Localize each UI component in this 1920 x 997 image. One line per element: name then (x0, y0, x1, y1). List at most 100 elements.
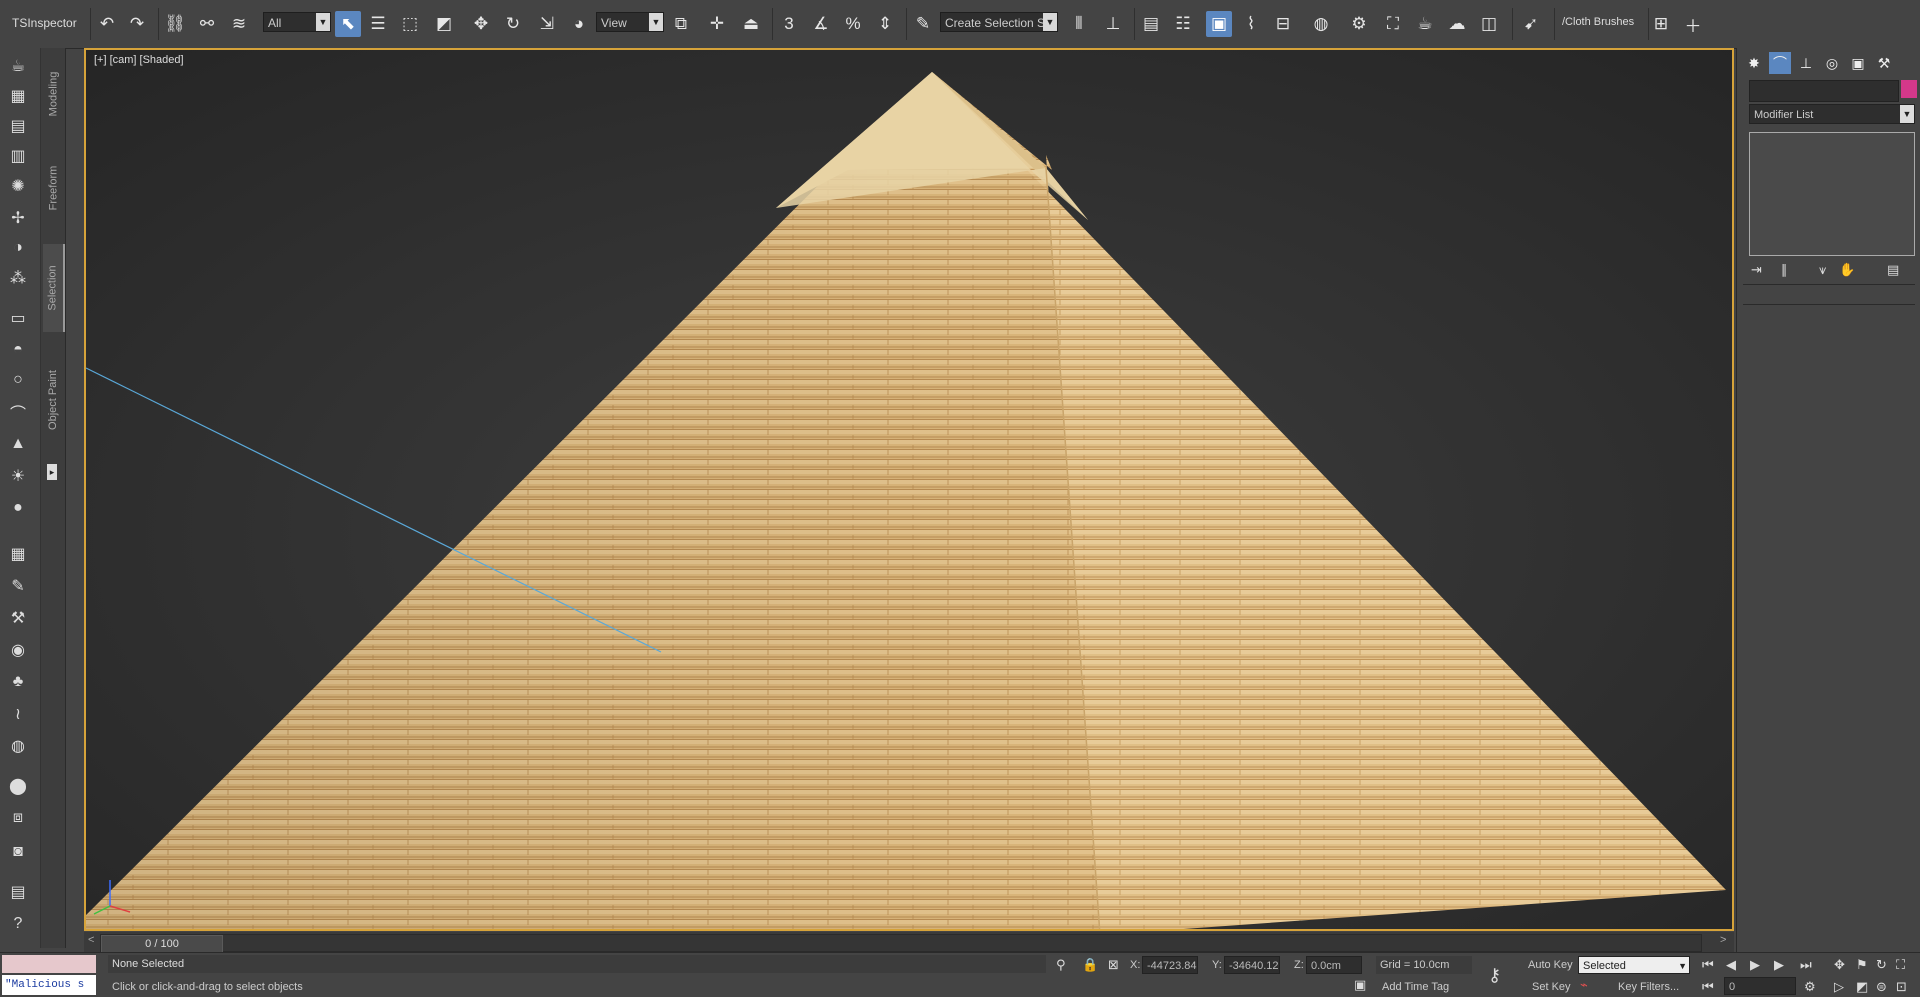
key-mode-toggle-icon[interactable]: ⏮ (1702, 979, 1714, 995)
tube-icon[interactable]: ⌒ (6, 400, 30, 424)
plant-icon[interactable]: ♣ (6, 670, 30, 694)
window-crossing-icon[interactable]: ◩ (431, 11, 457, 37)
render-setup-icon[interactable]: ⚙ (1346, 11, 1372, 37)
time-slider-thumb[interactable]: 0 / 100 (101, 935, 223, 953)
material-sphere-icon[interactable]: ⬤ (6, 774, 30, 798)
walk-through-icon[interactable]: ⚑ (1856, 957, 1868, 973)
go-to-start-icon[interactable]: ⏮ (1702, 957, 1714, 973)
key-icon[interactable]: ⚷ (1488, 965, 1501, 986)
select-object-icon[interactable]: ⬉ (335, 11, 361, 37)
schematic-view-icon[interactable]: ⊟ (1270, 11, 1296, 37)
pin-stack-icon[interactable]: ⇥ (1751, 262, 1762, 278)
hair-icon[interactable]: ≀ (6, 702, 30, 726)
skeleton-icon[interactable]: ⚒ (6, 606, 30, 630)
auto-key-button[interactable]: Auto Key (1528, 959, 1573, 971)
teapot-icon[interactable]: ☕ (6, 54, 30, 78)
go-to-end-icon[interactable]: ⏭ (1800, 957, 1812, 973)
asset-icon[interactable]: ⧈ (6, 806, 30, 830)
grid-plane-icon[interactable]: ▦ (6, 542, 30, 566)
isolate-selection-icon[interactable]: ⚲ (1056, 957, 1066, 973)
orbit-icon[interactable]: ↻ (1876, 957, 1887, 973)
cursor-tool-icon[interactable]: ➹ (1518, 11, 1544, 37)
angle-snap-icon[interactable]: ∡ (808, 11, 834, 37)
x-coordinate-field[interactable]: -44723.84 (1142, 956, 1198, 974)
render-in-cloud-icon[interactable]: ☁ (1444, 11, 1470, 37)
set-key-icon[interactable]: ⌁ (1580, 977, 1588, 993)
motion-tab-icon[interactable]: ◎ (1821, 52, 1843, 74)
bind-space-warp-icon[interactable]: ≋ (226, 11, 252, 37)
set-key-button[interactable]: Set Key (1532, 981, 1571, 993)
configure-modifier-sets-icon[interactable]: ▤ (1887, 262, 1899, 278)
move-icon[interactable]: ✥ (468, 11, 494, 37)
make-unique-icon[interactable]: ⩛ (1819, 262, 1826, 278)
modifier-stack[interactable] (1749, 132, 1915, 256)
viewport-label[interactable]: [+] [cam] [Shaded] (94, 54, 184, 66)
list-icon[interactable]: ▤ (6, 114, 30, 138)
pivot-center-icon[interactable]: ⧉ (668, 11, 694, 37)
coordinate-icon[interactable]: ✢ (6, 206, 30, 230)
undo-icon[interactable]: ↶ (94, 11, 120, 37)
render-iterative-icon[interactable]: ◫ (1476, 11, 1502, 37)
sun-icon[interactable]: ☀ (6, 464, 30, 488)
help-icon[interactable]: ? (6, 912, 30, 936)
scale-icon[interactable]: ⇲ (534, 11, 560, 37)
selection-filter-dropdown[interactable]: All ▼ (263, 12, 331, 32)
time-tag-icon[interactable]: ▣ (1354, 977, 1366, 993)
y-coordinate-field[interactable]: -34640.12 (1224, 956, 1280, 974)
current-frame-field[interactable]: 0 (1724, 977, 1796, 995)
light-bulb-icon[interactable]: ✺ (6, 174, 30, 198)
sphere-icon[interactable]: ○ (6, 368, 30, 392)
ribbon-expand-icon[interactable]: ▸ (47, 464, 57, 480)
spreadsheet-icon[interactable]: ▥ (6, 144, 30, 168)
render-production-icon[interactable]: ☕ (1412, 11, 1438, 37)
mirror-icon[interactable]: ⫴ (1066, 11, 1092, 37)
play-icon[interactable]: ▶ (1750, 957, 1760, 973)
maximize-viewport-icon[interactable]: ⛶ (1896, 957, 1905, 973)
edit-named-selection-icon[interactable]: ✎ (910, 11, 936, 37)
percent-snap-icon[interactable]: % (840, 11, 866, 37)
dolly-icon[interactable]: ⊜ (1876, 979, 1887, 995)
spinner-snap-icon[interactable]: ⇕ (872, 11, 898, 37)
zoom-extents-icon[interactable]: ⊡ (1896, 979, 1907, 995)
script-icon[interactable]: ▤ (6, 880, 30, 904)
maxscript-listener-input[interactable]: "Malicious s (2, 975, 96, 995)
render-window-icon[interactable]: ▦ (6, 84, 30, 108)
object-color-swatch[interactable] (1901, 80, 1917, 98)
viewport-camera[interactable]: [+] [cam] [Shaded] (84, 48, 1734, 931)
reference-coordinate-dropdown[interactable]: View ▼ (596, 12, 664, 32)
tab-freeform[interactable]: Freeform (43, 144, 63, 232)
object-name-field[interactable] (1749, 80, 1899, 102)
curve-editor-icon[interactable]: ⌇ (1238, 11, 1264, 37)
rotate-icon[interactable]: ↻ (500, 11, 526, 37)
modifier-list-dropdown[interactable]: Modifier List ▼ (1749, 104, 1915, 124)
tab-selection[interactable]: Selection (43, 244, 65, 332)
add-icon[interactable]: ＋ (1680, 11, 1706, 37)
absolute-mode-icon[interactable]: ⊠ (1108, 957, 1119, 973)
texture-ball-icon[interactable]: ◍ (6, 734, 30, 758)
material-editor-icon[interactable]: ◍ (1308, 11, 1334, 37)
redo-icon[interactable]: ↷ (124, 11, 150, 37)
named-selection-dropdown[interactable]: Create Selection Se ▼ (940, 12, 1058, 32)
ribbon-toggle-icon[interactable]: ▣ (1206, 11, 1232, 37)
next-frame-icon[interactable]: ▶ (1774, 957, 1784, 973)
hierarchy-tab-icon[interactable]: ⊥ (1795, 52, 1817, 74)
utilities-tab-icon[interactable]: ⚒ (1873, 52, 1895, 74)
display-tab-icon[interactable]: ▣ (1847, 52, 1869, 74)
key-mode-dropdown[interactable]: Selected ▼ (1578, 956, 1690, 974)
snaps-toggle-icon[interactable]: 3 (776, 11, 802, 37)
geosphere-icon[interactable]: ● (6, 496, 30, 520)
time-next-button[interactable]: > (1720, 934, 1726, 946)
z-coordinate-field[interactable]: 0.0cm (1306, 956, 1362, 974)
align-icon[interactable]: ⊥ (1100, 11, 1126, 37)
zoom-icon[interactable]: ▷ (1834, 979, 1844, 995)
tab-object-paint[interactable]: Object Paint (43, 344, 63, 456)
time-prev-button[interactable]: < (88, 934, 94, 946)
scene-explorer-icon[interactable]: ▤ (1138, 11, 1164, 37)
paint-icon[interactable]: ✎ (6, 574, 30, 598)
rectangular-selection-icon[interactable]: ⬚ (397, 11, 423, 37)
remove-modifier-icon[interactable]: ✋ (1839, 262, 1855, 278)
show-end-result-icon[interactable]: ∥ (1781, 262, 1788, 278)
rendered-frame-window-icon[interactable]: ⛶ (1380, 11, 1406, 37)
particles-icon[interactable]: ⁂ (6, 266, 30, 290)
maxscript-listener-top[interactable] (2, 955, 96, 973)
